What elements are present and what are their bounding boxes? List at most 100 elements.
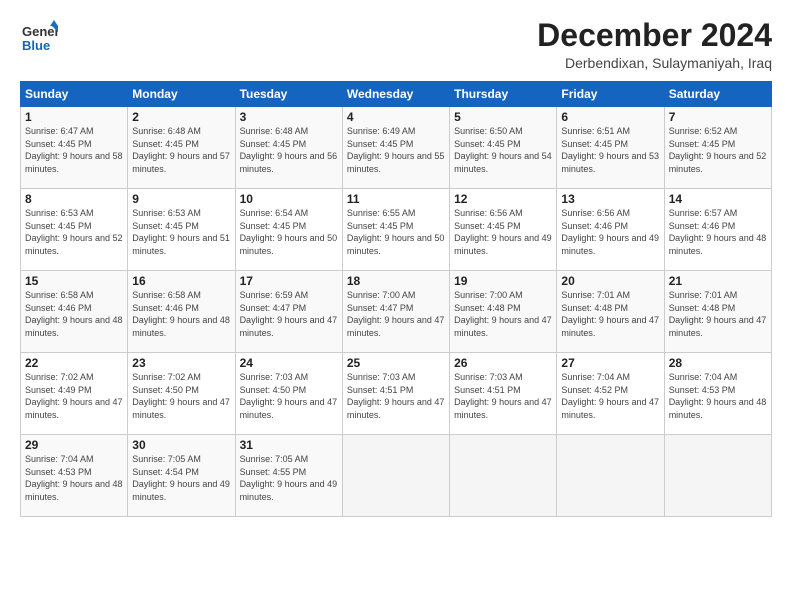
calendar-cell: 31Sunrise: 7:05 AMSunset: 4:55 PMDayligh…: [235, 435, 342, 517]
calendar-cell: 22Sunrise: 7:02 AMSunset: 4:49 PMDayligh…: [21, 353, 128, 435]
calendar-cell: 5Sunrise: 6:50 AMSunset: 4:45 PMDaylight…: [450, 107, 557, 189]
day-number: 3: [240, 110, 338, 124]
calendar-cell: 8Sunrise: 6:53 AMSunset: 4:45 PMDaylight…: [21, 189, 128, 271]
day-number: 30: [132, 438, 230, 452]
calendar-cell: 21Sunrise: 7:01 AMSunset: 4:48 PMDayligh…: [664, 271, 771, 353]
calendar-cell: 29Sunrise: 7:04 AMSunset: 4:53 PMDayligh…: [21, 435, 128, 517]
day-number: 12: [454, 192, 552, 206]
day-info: Sunrise: 7:01 AMSunset: 4:48 PMDaylight:…: [561, 289, 659, 339]
day-of-week-header: Monday: [128, 82, 235, 107]
calendar-cell: 6Sunrise: 6:51 AMSunset: 4:45 PMDaylight…: [557, 107, 664, 189]
calendar-cell: 1Sunrise: 6:47 AMSunset: 4:45 PMDaylight…: [21, 107, 128, 189]
day-number: 26: [454, 356, 552, 370]
day-info: Sunrise: 7:02 AMSunset: 4:49 PMDaylight:…: [25, 371, 123, 421]
calendar-header-row: SundayMondayTuesdayWednesdayThursdayFrid…: [21, 82, 772, 107]
day-of-week-header: Thursday: [450, 82, 557, 107]
day-info: Sunrise: 6:51 AMSunset: 4:45 PMDaylight:…: [561, 125, 659, 175]
day-of-week-header: Friday: [557, 82, 664, 107]
calendar-cell: 15Sunrise: 6:58 AMSunset: 4:46 PMDayligh…: [21, 271, 128, 353]
day-number: 7: [669, 110, 767, 124]
month-title: December 2024: [537, 18, 772, 53]
day-number: 25: [347, 356, 445, 370]
day-info: Sunrise: 7:02 AMSunset: 4:50 PMDaylight:…: [132, 371, 230, 421]
day-number: 27: [561, 356, 659, 370]
day-info: Sunrise: 6:53 AMSunset: 4:45 PMDaylight:…: [132, 207, 230, 257]
day-info: Sunrise: 6:56 AMSunset: 4:45 PMDaylight:…: [454, 207, 552, 257]
day-info: Sunrise: 7:04 AMSunset: 4:53 PMDaylight:…: [669, 371, 767, 421]
day-number: 29: [25, 438, 123, 452]
calendar-table: SundayMondayTuesdayWednesdayThursdayFrid…: [20, 81, 772, 517]
day-number: 20: [561, 274, 659, 288]
calendar-cell: 3Sunrise: 6:48 AMSunset: 4:45 PMDaylight…: [235, 107, 342, 189]
day-number: 4: [347, 110, 445, 124]
calendar-week-row: 8 Sunrise: 6:53 AMSunset: 4:45 PMDaylight…: [21, 189, 772, 271]
calendar-cell: 9Sunrise: 6:53 AMSunset: 4:45 PMDaylight…: [128, 189, 235, 271]
day-number: 13: [561, 192, 659, 206]
calendar-cell: 18Sunrise: 7:00 AMSunset: 4:47 PMDayligh…: [342, 271, 449, 353]
day-info: Sunrise: 6:57 AMSunset: 4:46 PMDaylight:…: [669, 207, 767, 257]
day-info: Sunrise: 6:56 AMSunset: 4:46 PMDaylight:…: [561, 207, 659, 257]
day-number: 19: [454, 274, 552, 288]
calendar-cell: [450, 435, 557, 517]
day-info: Sunrise: 7:00 AMSunset: 4:47 PMDaylight:…: [347, 289, 445, 339]
page-header: General Blue December 2024 Derbendixan, …: [20, 18, 772, 71]
day-info: Sunrise: 7:04 AMSunset: 4:52 PMDaylight:…: [561, 371, 659, 421]
day-info: Sunrise: 6:48 AMSunset: 4:45 PMDaylight:…: [132, 125, 230, 175]
day-info: Sunrise: 6:58 AMSunset: 4:46 PMDaylight:…: [132, 289, 230, 339]
calendar-cell: 24Sunrise: 7:03 AMSunset: 4:50 PMDayligh…: [235, 353, 342, 435]
day-info: Sunrise: 7:01 AMSunset: 4:48 PMDaylight:…: [669, 289, 767, 339]
calendar-week-row: 22Sunrise: 7:02 AMSunset: 4:49 PMDayligh…: [21, 353, 772, 435]
calendar-cell: 20Sunrise: 7:01 AMSunset: 4:48 PMDayligh…: [557, 271, 664, 353]
calendar-cell: 4Sunrise: 6:49 AMSunset: 4:45 PMDaylight…: [342, 107, 449, 189]
day-info: Sunrise: 6:55 AMSunset: 4:45 PMDaylight:…: [347, 207, 445, 257]
svg-text:Blue: Blue: [22, 38, 50, 53]
day-of-week-header: Saturday: [664, 82, 771, 107]
day-info: Sunrise: 6:54 AMSunset: 4:45 PMDaylight:…: [240, 207, 338, 257]
day-number: 22: [25, 356, 123, 370]
calendar-page: General Blue December 2024 Derbendixan, …: [0, 0, 792, 612]
day-number: 9: [132, 192, 230, 206]
day-of-week-header: Sunday: [21, 82, 128, 107]
calendar-cell: 2Sunrise: 6:48 AMSunset: 4:45 PMDaylight…: [128, 107, 235, 189]
calendar-cell: 17Sunrise: 6:59 AMSunset: 4:47 PMDayligh…: [235, 271, 342, 353]
day-number: 5: [454, 110, 552, 124]
calendar-cell: 16Sunrise: 6:58 AMSunset: 4:46 PMDayligh…: [128, 271, 235, 353]
day-info: Sunrise: 7:05 AMSunset: 4:55 PMDaylight:…: [240, 453, 338, 503]
day-number: 8: [25, 192, 123, 206]
day-of-week-header: Tuesday: [235, 82, 342, 107]
day-info: Sunrise: 6:50 AMSunset: 4:45 PMDaylight:…: [454, 125, 552, 175]
calendar-cell: 11Sunrise: 6:55 AMSunset: 4:45 PMDayligh…: [342, 189, 449, 271]
calendar-cell: 23Sunrise: 7:02 AMSunset: 4:50 PMDayligh…: [128, 353, 235, 435]
calendar-cell: 10Sunrise: 6:54 AMSunset: 4:45 PMDayligh…: [235, 189, 342, 271]
day-number: 18: [347, 274, 445, 288]
calendar-cell: 14Sunrise: 6:57 AMSunset: 4:46 PMDayligh…: [664, 189, 771, 271]
day-info: Sunrise: 6:58 AMSunset: 4:46 PMDaylight:…: [25, 289, 123, 339]
day-of-week-header: Wednesday: [342, 82, 449, 107]
calendar-cell: 28Sunrise: 7:04 AMSunset: 4:53 PMDayligh…: [664, 353, 771, 435]
day-number: 16: [132, 274, 230, 288]
day-number: 24: [240, 356, 338, 370]
calendar-cell: [557, 435, 664, 517]
day-number: 23: [132, 356, 230, 370]
day-info: Sunrise: 6:49 AMSunset: 4:45 PMDaylight:…: [347, 125, 445, 175]
day-info: Sunrise: 6:52 AMSunset: 4:45 PMDaylight:…: [669, 125, 767, 175]
day-number: 10: [240, 192, 338, 206]
day-info: Sunrise: 7:03 AMSunset: 4:50 PMDaylight:…: [240, 371, 338, 421]
day-info: Sunrise: 7:04 AMSunset: 4:53 PMDaylight:…: [25, 453, 123, 503]
location: Derbendixan, Sulaymaniyah, Iraq: [537, 55, 772, 71]
calendar-cell: 27Sunrise: 7:04 AMSunset: 4:52 PMDayligh…: [557, 353, 664, 435]
day-info: Sunrise: 7:05 AMSunset: 4:54 PMDaylight:…: [132, 453, 230, 503]
calendar-cell: 13Sunrise: 6:56 AMSunset: 4:46 PMDayligh…: [557, 189, 664, 271]
day-info: Sunrise: 7:03 AMSunset: 4:51 PMDaylight:…: [347, 371, 445, 421]
calendar-cell: [342, 435, 449, 517]
calendar-week-row: 1Sunrise: 6:47 AMSunset: 4:45 PMDaylight…: [21, 107, 772, 189]
day-number: 17: [240, 274, 338, 288]
calendar-cell: 7Sunrise: 6:52 AMSunset: 4:45 PMDaylight…: [664, 107, 771, 189]
day-info: Sunrise: 6:48 AMSunset: 4:45 PMDaylight:…: [240, 125, 338, 175]
day-info: Sunrise: 6:47 AMSunset: 4:45 PMDaylight:…: [25, 125, 123, 175]
calendar-cell: 26Sunrise: 7:03 AMSunset: 4:51 PMDayligh…: [450, 353, 557, 435]
logo-icon: General Blue: [20, 18, 58, 56]
calendar-cell: [664, 435, 771, 517]
title-area: December 2024 Derbendixan, Sulaymaniyah,…: [537, 18, 772, 71]
day-number: 14: [669, 192, 767, 206]
